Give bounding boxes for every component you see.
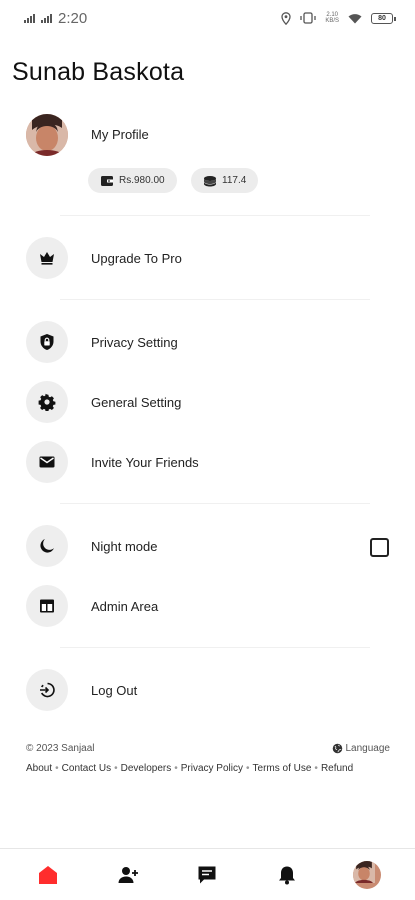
nav-home[interactable] [28,855,68,895]
bell-icon [279,866,296,884]
separator: • [55,763,59,774]
nav-profile[interactable] [347,855,387,895]
add-friend-icon [118,866,138,883]
invite-icon-container [26,441,68,483]
divider [60,215,370,216]
general-label: General Setting [91,394,182,410]
wallet-chip[interactable]: Rs.980.00 [88,168,177,193]
coins-icon [204,175,216,186]
mail-icon [39,456,55,468]
wallet-icon [101,175,113,186]
logout-icon [40,682,55,698]
menu-general-setting[interactable]: General Setting [0,377,415,427]
home-icon [38,865,57,884]
menu-log-out[interactable]: Log Out [0,665,415,715]
location-icon [281,11,291,25]
footer-links: About • Contact Us • Developers • Privac… [26,763,353,774]
nav-profile-avatar [353,860,382,889]
wifi-icon [348,13,362,23]
status-time: 2:20 [58,9,88,27]
my-profile-link[interactable]: My Profile [91,127,149,142]
language-label: Language [345,743,391,754]
menu-invite-friends[interactable]: Invite Your Friends [0,437,415,487]
divider [60,647,370,648]
crown-icon [40,252,54,265]
upgrade-icon-container [26,237,68,279]
footer-link-about[interactable]: About [26,763,52,774]
nav-add-friend[interactable] [108,855,148,895]
night-mode-icon-container [26,525,68,567]
separator: • [246,763,250,774]
gear-icon [38,393,56,411]
status-left: 2:20 [24,10,87,27]
separator: • [114,763,118,774]
coin-balance: 117.4 [222,175,247,186]
menu-privacy-setting[interactable]: Privacy Setting [0,317,415,367]
status-bar: 2:20 2.10 KB/S 80 [0,0,415,36]
footer-link-developers[interactable]: Developers [121,763,172,774]
menu-night-mode[interactable]: Night mode [0,521,415,571]
user-name: Sunab Baskota [12,58,185,86]
profile-avatar[interactable] [26,114,68,156]
messages-icon [198,866,216,883]
logout-label: Log Out [91,682,138,698]
menu-admin-area[interactable]: Admin Area [0,581,415,631]
moon-icon [40,539,54,553]
shield-lock-icon [40,334,54,350]
globe-icon [332,743,342,754]
separator: • [314,763,318,774]
footer-link-refund[interactable]: Refund [321,763,353,774]
avatar-image [26,114,68,156]
bottom-navigation [0,848,415,900]
battery-icon: 80 [371,12,396,24]
night-mode-label: Night mode [91,538,158,554]
footer-link-contact[interactable]: Contact Us [62,763,111,774]
footer-link-privacy-policy[interactable]: Privacy Policy [181,763,243,774]
signal-icon [41,13,52,23]
vibrate-icon [300,12,316,24]
coin-chip[interactable]: 117.4 [191,168,259,193]
footer-link-terms[interactable]: Terms of Use [253,763,312,774]
language-link[interactable]: Language [332,743,391,754]
network-speed: 2.10 KB/S [325,12,339,24]
nav-messages[interactable] [187,855,227,895]
nav-notifications[interactable] [267,855,307,895]
general-icon-container [26,381,68,423]
upgrade-label: Upgrade To Pro [91,250,182,266]
invite-label: Invite Your Friends [91,454,199,470]
night-mode-checkbox[interactable] [370,538,389,557]
status-right: 2.10 KB/S 80 [281,11,396,25]
dashboard-icon [40,599,54,613]
privacy-icon-container [26,321,68,363]
logout-icon-container [26,669,68,711]
divider [60,503,370,504]
avatar-image [353,860,376,883]
signal-icon [24,13,35,23]
privacy-label: Privacy Setting [91,334,178,350]
admin-label: Admin Area [91,598,159,614]
wallet-balance: Rs.980.00 [119,175,165,186]
admin-icon-container [26,585,68,627]
copyright-text: © 2023 Sanjaal [26,743,95,754]
divider [60,299,370,300]
separator: • [174,763,178,774]
menu-upgrade[interactable]: Upgrade To Pro [0,233,415,283]
